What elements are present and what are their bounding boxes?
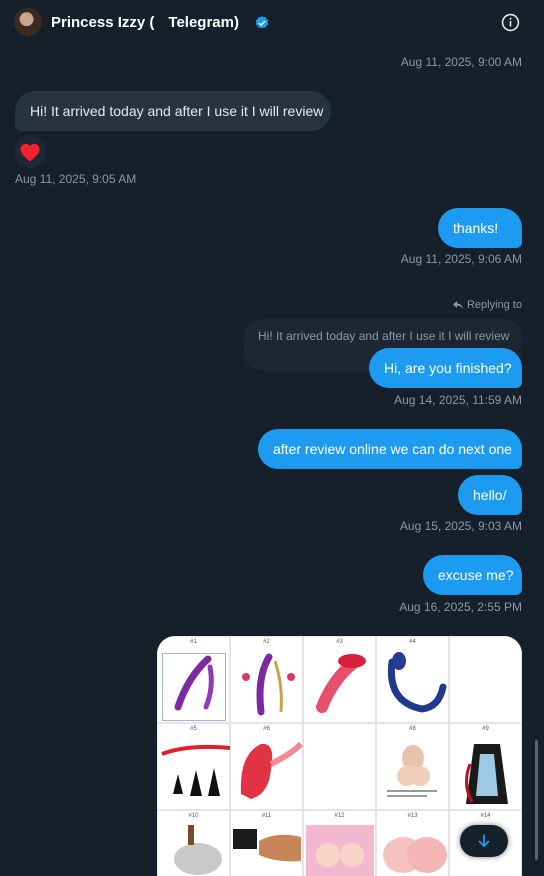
product-cell: #10	[157, 810, 230, 876]
scrollbar[interactable]	[535, 740, 538, 860]
avatar[interactable]	[14, 8, 42, 36]
product-image	[306, 825, 374, 876]
product-image	[242, 653, 295, 716]
product-image	[174, 655, 214, 711]
message-timestamp: Aug 16, 2025, 2:55 PM	[399, 600, 522, 614]
message-timestamp: Aug 14, 2025, 11:59 AM	[394, 393, 522, 407]
outgoing-message[interactable]: excuse me?	[423, 555, 522, 595]
cell-label: #14	[480, 813, 491, 819]
info-icon[interactable]	[501, 13, 520, 32]
product-image	[233, 829, 301, 862]
verified-badge-icon	[255, 16, 269, 29]
product-cell: #5	[157, 723, 231, 810]
heart-icon	[20, 143, 40, 162]
product-image	[316, 654, 366, 713]
message-timestamp: Aug 11, 2025, 9:06 AM	[400, 252, 522, 266]
conversation-header: Princess Izzy ( Telegram)	[0, 0, 544, 46]
arrow-down-icon	[478, 834, 490, 847]
incoming-message[interactable]: Hi! It arrived today and after I use it …	[15, 91, 331, 131]
product-cell: #8	[376, 723, 449, 810]
outgoing-message[interactable]: thanks!	[438, 208, 522, 248]
contact-name-end: Telegram)	[168, 14, 239, 31]
reply-label: Replying to	[466, 299, 522, 311]
product-cell	[303, 723, 376, 810]
outgoing-message[interactable]: hello/	[458, 475, 522, 515]
product-cell: #4	[376, 636, 449, 723]
message-timestamp: Aug 15, 2025, 9:03 AM	[399, 519, 522, 533]
product-image	[174, 825, 222, 875]
reply-indicator: Replying to	[452, 299, 522, 311]
contact-name[interactable]: Princess Izzy ( Telegram)	[51, 14, 239, 31]
product-cell: #1	[157, 636, 230, 723]
product-cell: #3	[303, 636, 376, 723]
outgoing-message[interactable]: after review online we can do next one	[258, 429, 522, 469]
product-image	[387, 745, 437, 797]
product-image	[161, 744, 231, 796]
product-cell: #6	[230, 723, 304, 810]
product-cell: #9	[449, 723, 522, 810]
product-cell: #2	[230, 636, 303, 723]
message-timestamp: Aug 11, 2025, 9:00 AM	[400, 55, 522, 69]
product-image	[387, 652, 447, 713]
product-image	[465, 744, 508, 804]
product-image	[383, 837, 447, 873]
contact-name-start: Princess Izzy (	[51, 14, 155, 31]
message-timestamp: Aug 11, 2025, 9:05 AM	[15, 172, 137, 186]
product-cell	[449, 636, 522, 723]
product-cell: #11	[230, 810, 303, 876]
product-image	[240, 741, 304, 799]
product-cell: #12	[303, 810, 376, 876]
reply-arrow-icon	[452, 300, 463, 309]
scroll-to-bottom-button[interactable]	[460, 825, 508, 857]
outgoing-message[interactable]: Hi, are you finished?	[369, 348, 522, 388]
reaction-badge[interactable]	[14, 136, 46, 168]
product-cell: #13	[376, 810, 449, 876]
